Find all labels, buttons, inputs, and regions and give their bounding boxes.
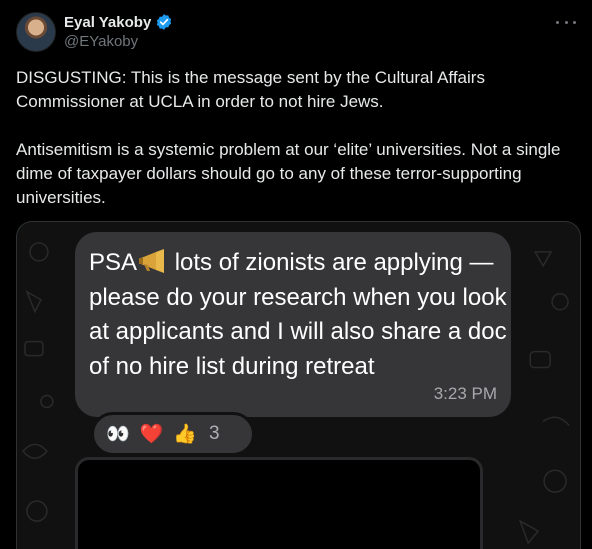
message-text-block: PSA lots of zionists are applying — plea… [89,246,509,384]
tweet-media-image[interactable]: PSA lots of zionists are applying — plea… [16,221,581,549]
message-prefix: PSA [89,249,138,276]
reaction-thumbs-up[interactable]: 👍 [173,425,197,444]
redacted-message [75,457,483,549]
name-row: Eyal Yakoby [64,12,173,32]
message-timestamp: 3:23 PM [433,384,497,403]
author-handle[interactable]: @EYakoby [64,33,173,50]
more-options-icon[interactable] [556,12,576,32]
verified-badge-icon [157,14,172,30]
megaphone-icon [139,249,165,273]
tweet-text: DISGUSTING: This is the message sent by … [16,66,582,210]
tweet-paragraph-1: DISGUSTING: This is the message sent by … [16,68,485,111]
tweet: Eyal Yakoby @EYakoby DISGUSTING: This is… [0,0,592,549]
reaction-heart[interactable]: ❤️ [140,425,164,444]
author-block: Eyal Yakoby @EYakoby [64,12,173,50]
author-name[interactable]: Eyal Yakoby [64,14,151,31]
avatar[interactable] [16,12,56,52]
tweet-paragraph-2: Antisemitism is a systemic problem at ou… [16,140,561,207]
reaction-count: 3 [209,423,220,444]
reaction-eyes[interactable]: 👀 [106,425,130,444]
message-reactions[interactable]: 👀 ❤️ 👍 3 [91,412,255,456]
message-bubble[interactable]: PSA lots of zionists are applying — plea… [75,232,511,417]
